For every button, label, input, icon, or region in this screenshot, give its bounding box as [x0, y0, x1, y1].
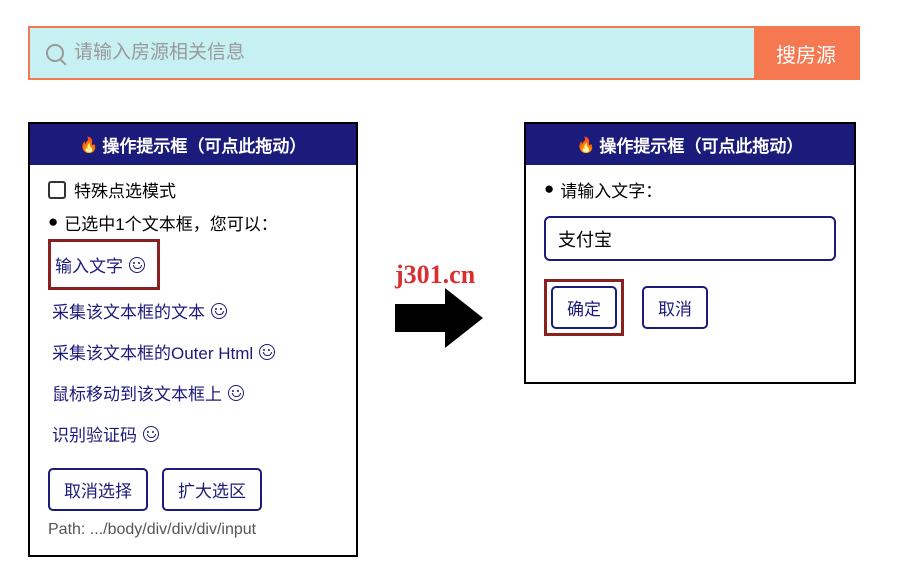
smiley-icon — [259, 344, 275, 360]
smiley-icon — [228, 385, 244, 401]
action-recognize-captcha-label: 识别验证码 — [52, 421, 137, 446]
watermark-text: j301.cn — [395, 260, 475, 290]
search-input[interactable] — [74, 42, 754, 64]
input-prompt-row: ● 请输入文字： — [544, 177, 836, 202]
panel-header-right[interactable]: 🔥 操作提示框（可点此拖动） — [526, 124, 854, 165]
confirm-highlight: 确定 — [544, 279, 624, 336]
bullet-icon: ● — [48, 210, 58, 234]
action-collect-text-label: 采集该文本框的文本 — [52, 298, 205, 323]
search-input-wrapper — [30, 28, 754, 78]
panel-body-left: 特殊点选模式 ● 已选中1个文本框，您可以： 输入文字 采集该文本框的文本 采集… — [30, 165, 356, 555]
panel-title-right: 操作提示框（可点此拖动） — [599, 132, 803, 157]
smiley-icon — [211, 303, 227, 319]
panel-body-right: ● 请输入文字： 确定 取消 — [526, 165, 854, 352]
selected-info-text: 已选中1个文本框，您可以： — [64, 210, 277, 235]
cancel-button[interactable]: 取消 — [642, 286, 708, 329]
input-prompt-text: 请输入文字： — [560, 177, 662, 202]
path-text: Path: .../body/div/div/div/input — [48, 521, 338, 539]
action-input-text[interactable]: 输入文字 — [51, 244, 149, 285]
button-row-left: 取消选择 扩大选区 — [48, 468, 338, 511]
search-bar: 搜房源 — [28, 26, 860, 80]
search-icon — [46, 44, 64, 62]
action-collect-outer-html-label: 采集该文本框的Outer Html — [52, 339, 253, 364]
search-button[interactable]: 搜房源 — [754, 28, 858, 78]
action-collect-outer-html[interactable]: 采集该文本框的Outer Html — [48, 331, 279, 372]
panel-title-left: 操作提示框（可点此拖动） — [102, 132, 306, 157]
action-recognize-captcha[interactable]: 识别验证码 — [48, 413, 163, 454]
smiley-icon — [143, 426, 159, 442]
action-collect-text[interactable]: 采集该文本框的文本 — [48, 290, 231, 331]
bullet-icon: ● — [544, 177, 554, 201]
button-row-right: 确定 取消 — [544, 279, 836, 336]
input-text-highlight: 输入文字 — [48, 239, 160, 290]
selected-info-row: ● 已选中1个文本框，您可以： — [48, 210, 338, 235]
expand-select-button[interactable]: 扩大选区 — [162, 468, 262, 511]
arrow-icon — [395, 286, 485, 350]
fire-icon: 🔥 — [577, 136, 596, 154]
fire-icon: 🔥 — [80, 136, 99, 154]
panel-header-left[interactable]: 🔥 操作提示框（可点此拖动） — [30, 124, 356, 165]
action-mouse-move-label: 鼠标移动到该文本框上 — [52, 380, 222, 405]
operation-panel-right: 🔥 操作提示框（可点此拖动） ● 请输入文字： 确定 取消 — [524, 122, 856, 384]
special-mode-label: 特殊点选模式 — [74, 177, 176, 202]
special-mode-row: 特殊点选模式 — [48, 177, 338, 202]
operation-panel-left: 🔥 操作提示框（可点此拖动） 特殊点选模式 ● 已选中1个文本框，您可以： 输入… — [28, 122, 358, 557]
action-input-text-label: 输入文字 — [55, 252, 123, 277]
special-mode-checkbox[interactable] — [48, 181, 66, 199]
confirm-button[interactable]: 确定 — [551, 286, 617, 329]
smiley-icon — [129, 257, 145, 273]
cancel-select-button[interactable]: 取消选择 — [48, 468, 148, 511]
action-mouse-move[interactable]: 鼠标移动到该文本框上 — [48, 372, 248, 413]
text-input-field[interactable] — [544, 216, 836, 261]
